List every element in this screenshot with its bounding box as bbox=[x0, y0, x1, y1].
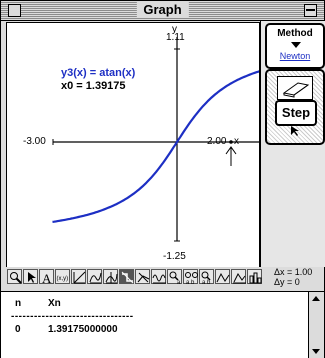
y-min-label: -1.25 bbox=[163, 251, 186, 262]
wave-icon[interactable] bbox=[151, 269, 166, 284]
pointer-icon bbox=[291, 126, 299, 136]
graph-panel[interactable]: y3(x) = atan(x) x0 = 1.39175 y 1.11 -1.2… bbox=[6, 22, 260, 268]
grid-icon[interactable] bbox=[103, 269, 118, 284]
delta-y: Δy = 0 bbox=[274, 277, 300, 287]
scroll-up-icon[interactable] bbox=[312, 296, 320, 301]
svg-text:a: a bbox=[177, 280, 181, 285]
graph-window: Graph y3(x) = atan(x) x0 = 1.39175 y 1.1… bbox=[0, 0, 325, 358]
title-bar[interactable]: Graph bbox=[1, 1, 324, 21]
method-value[interactable]: Newton bbox=[267, 51, 323, 61]
window-title: Graph bbox=[136, 2, 189, 18]
intersect-icon[interactable] bbox=[135, 269, 150, 284]
collapse-box[interactable] bbox=[304, 4, 317, 17]
svg-text:a b: a b bbox=[186, 280, 195, 285]
toolbar: A (x,y) a a b a b Δx = 1.00 Δy = 0 bbox=[6, 267, 324, 289]
eraser-button[interactable] bbox=[277, 76, 313, 100]
step-button[interactable]: Step bbox=[275, 100, 317, 126]
bars-icon[interactable] bbox=[231, 269, 246, 284]
svg-text:(x,y): (x,y) bbox=[57, 276, 69, 282]
histogram-icon[interactable] bbox=[247, 269, 262, 284]
function-label: y3(x) = atan(x) bbox=[61, 67, 136, 79]
zoom-box-icon[interactable]: a bbox=[167, 269, 182, 285]
x-max-label: 2.00 bbox=[207, 136, 227, 147]
arrow-icon[interactable] bbox=[23, 269, 38, 284]
x-min-label: -3.00 bbox=[23, 136, 46, 147]
x-axis-name: x bbox=[234, 136, 239, 147]
svg-text:A: A bbox=[42, 271, 52, 285]
tangent-icon[interactable] bbox=[119, 269, 134, 284]
side-panel: Method Newton Step bbox=[260, 21, 325, 267]
dropdown-arrow-icon bbox=[291, 42, 301, 48]
scroll-down-icon[interactable] bbox=[312, 349, 320, 354]
curve-icon[interactable] bbox=[87, 269, 102, 284]
tool-box: Step bbox=[265, 69, 325, 145]
close-box[interactable] bbox=[8, 4, 21, 17]
multi-zoom-icon[interactable]: a b bbox=[183, 269, 198, 285]
xy-icon[interactable]: (x,y) bbox=[55, 269, 70, 284]
vertical-scrollbar[interactable] bbox=[308, 292, 324, 358]
table-row-n: 0 bbox=[15, 324, 21, 335]
delta-x: Δx = 1.00 bbox=[274, 267, 313, 277]
x0-point bbox=[229, 140, 233, 144]
zigzag-icon[interactable] bbox=[215, 269, 230, 284]
y-max-label: 1.11 bbox=[166, 32, 185, 43]
triangle-icon[interactable]: a b bbox=[199, 269, 214, 285]
separator: -------------------------------- bbox=[11, 311, 134, 322]
method-selector[interactable]: Method Newton bbox=[265, 23, 325, 69]
text-icon[interactable]: A bbox=[39, 269, 54, 285]
svg-text:a b: a b bbox=[202, 280, 211, 285]
line-icon[interactable] bbox=[71, 269, 86, 284]
eraser-icon bbox=[282, 82, 310, 98]
method-title: Method bbox=[277, 28, 313, 39]
column-header-n: n bbox=[15, 298, 22, 309]
x0-label: x0 = 1.39175 bbox=[61, 80, 126, 92]
output-panel[interactable]: n Xn -------------------------------- 0 … bbox=[1, 291, 324, 358]
column-header-xn: Xn bbox=[48, 298, 61, 309]
table-row-xn: 1.39175000000 bbox=[48, 324, 118, 335]
atan-curve bbox=[52, 70, 259, 223]
magnifier-icon[interactable] bbox=[7, 269, 22, 284]
